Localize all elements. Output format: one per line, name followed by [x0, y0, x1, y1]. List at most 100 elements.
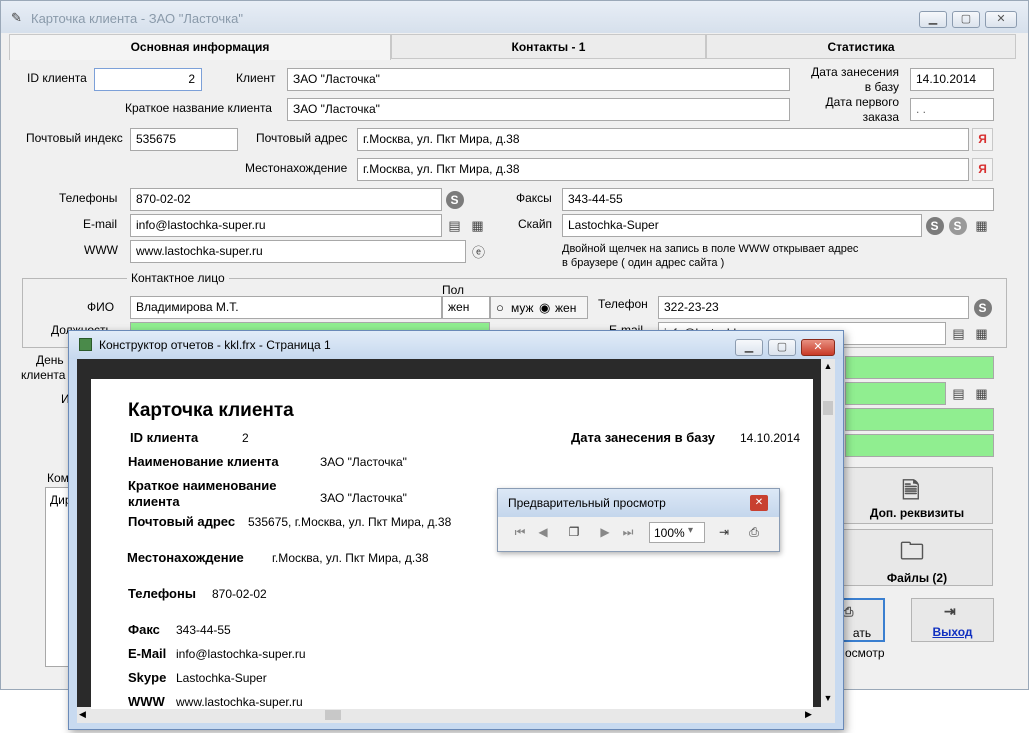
sex-field[interactable]: жен — [442, 296, 490, 319]
contact-mail-icon[interactable]: ▤ — [948, 323, 969, 344]
first-page-icon[interactable]: ⏮ — [510, 523, 530, 541]
contact-skype-icon[interactable]: S — [972, 297, 993, 318]
contact-group-label: Контактное лицо — [127, 271, 229, 285]
close-button[interactable]: ✕ — [985, 11, 1017, 28]
fio-field[interactable]: Владимирова М.Т. — [130, 296, 442, 319]
exit-label: Выход — [932, 625, 973, 639]
postal-index-field[interactable]: 535675 — [130, 128, 238, 151]
report-row-value: 2 — [242, 431, 249, 445]
grid-icon[interactable]: ▦ — [971, 215, 992, 236]
extra-mail-icon[interactable]: ▤ — [948, 383, 969, 404]
horizontal-scrollbar[interactable]: ◀ ▶ — [77, 707, 835, 723]
next-page-icon[interactable]: ▶ — [595, 523, 615, 541]
tab-main-info[interactable]: Основная информация — [9, 34, 391, 60]
skype-call-icon[interactable]: S — [444, 189, 465, 210]
report-row-label: ID клиента — [130, 430, 199, 445]
exit-icon: ⇥ — [944, 603, 956, 619]
extra-details-label: Доп. реквизиты — [869, 506, 965, 520]
skype-field[interactable]: Lastochka-Super — [562, 214, 922, 237]
tab-contacts[interactable]: Контакты - 1 — [391, 34, 706, 59]
extra-green-field-1[interactable] — [845, 356, 994, 379]
yandex-map-button-2[interactable]: Я — [972, 158, 993, 181]
first-order-label-1: Дата первого — [825, 95, 899, 109]
horizontal-scroll-thumb[interactable] — [325, 710, 341, 720]
female-radio-label: жен — [555, 301, 577, 315]
maximize-button[interactable]: ▢ — [952, 11, 980, 28]
report-row-value: 870-02-02 — [212, 587, 267, 601]
files-button[interactable]: 🗀 Файлы (2) — [841, 529, 993, 586]
short-name-label: Краткое название клиента — [125, 101, 272, 115]
extra-grid-icon[interactable]: ▦ — [971, 383, 992, 404]
print-label: ать — [852, 626, 872, 640]
prev-page-icon[interactable]: ◀ — [533, 523, 553, 541]
main-title-bar: ✎ Карточка клиента - ЗАО "Ласточка" ▁ ▢ … — [1, 1, 1028, 33]
phones-field[interactable]: 870-02-02 — [130, 188, 442, 211]
female-radio[interactable]: ◉ — [539, 300, 550, 316]
exit-preview-icon[interactable]: ⇥ — [714, 523, 734, 541]
sex-label: Пол — [442, 283, 465, 297]
preview-close-button[interactable]: ✕ — [750, 495, 768, 511]
skype-icon[interactable]: S — [924, 215, 945, 236]
contact-grid-icon[interactable]: ▦ — [971, 323, 992, 344]
extra-green-field-4[interactable] — [845, 434, 994, 457]
client-field[interactable]: ЗАО "Ласточка" — [287, 68, 790, 91]
mail-client-icon[interactable]: ▤ — [444, 215, 465, 236]
files-label: Файлы (2) — [886, 571, 948, 585]
scroll-left-arrow-icon[interactable]: ◀ — [79, 709, 86, 720]
postal-address-field[interactable]: г.Москва, ул. Пкт Мира, д.38 — [357, 128, 969, 151]
zoom-value: 100% — [654, 526, 685, 540]
address-book-icon[interactable]: ▦ — [467, 215, 488, 236]
last-page-icon[interactable]: ⏭ — [618, 523, 638, 541]
phones-label: Телефоны — [59, 191, 118, 205]
yandex-map-button[interactable]: Я — [972, 128, 993, 151]
male-radio[interactable]: ○ — [496, 300, 504, 315]
report-window-title: Конструктор отчетов - kkl.frx - Страница… — [99, 338, 331, 352]
vertical-scroll-thumb[interactable] — [823, 401, 833, 415]
extra-green-field-2[interactable] — [845, 382, 946, 405]
birthday-label-2: клиента — [21, 368, 66, 382]
fax-label: Факсы — [516, 191, 552, 205]
location-label: Местонахождение — [245, 161, 348, 175]
report-row-value: ЗАО "Ласточка" — [320, 491, 407, 505]
report-maximize-button[interactable]: ▢ — [768, 339, 796, 356]
report-row-value: ЗАО "Ласточка" — [320, 455, 407, 469]
scroll-right-arrow-icon[interactable]: ▶ — [805, 709, 812, 720]
print-button[interactable]: ⎙ ать — [839, 598, 885, 642]
date-added-field[interactable]: 14.10.2014 — [910, 68, 994, 91]
extra-details-button[interactable]: 🗎 Доп. реквизиты — [841, 467, 993, 524]
contact-phone-field[interactable]: 322-23-23 — [658, 296, 969, 319]
www-hint-1: Двойной щелчек на запись в поле WWW откр… — [562, 243, 859, 255]
minimize-button[interactable]: ▁ — [919, 11, 947, 28]
comment-label: Ком — [47, 471, 69, 485]
pages-icon[interactable]: ❐ — [564, 523, 584, 541]
fax-field[interactable]: 343-44-55 — [562, 188, 994, 211]
id-field[interactable]: 2 — [94, 68, 202, 91]
report-row-value: 535675, г.Москва, ул. Пкт Мира, д.38 — [248, 515, 452, 529]
exit-button[interactable]: ⇥ Выход — [911, 598, 994, 642]
scroll-down-arrow-icon[interactable]: ▼ — [821, 693, 835, 703]
print-icon[interactable]: ⎙ — [744, 523, 764, 541]
short-name-field[interactable]: ЗАО "Ласточка" — [287, 98, 790, 121]
preview-label[interactable]: осмотр — [845, 646, 885, 660]
vertical-scrollbar[interactable]: ▲ ▼ — [821, 359, 835, 707]
zoom-select[interactable]: 100% ▾ — [649, 522, 705, 543]
browser-icon[interactable]: ⓔ — [468, 241, 489, 262]
skype-chat-icon[interactable]: S — [947, 215, 968, 236]
report-minimize-button[interactable]: ▁ — [735, 339, 763, 356]
report-row-label: Наименование клиента — [128, 454, 279, 469]
email-field[interactable]: info@lastochka-super.ru — [130, 214, 442, 237]
report-row-label: Местонахождение — [127, 550, 244, 565]
preview-title-bar: Предварительный просмотр ✕ — [498, 489, 779, 517]
location-field[interactable]: г.Москва, ул. Пкт Мира, д.38 — [357, 158, 969, 181]
scroll-up-arrow-icon[interactable]: ▲ — [821, 361, 835, 371]
first-order-field[interactable]: . . — [910, 98, 994, 121]
male-radio-label: муж — [511, 301, 534, 315]
chevron-down-icon[interactable]: ▾ — [688, 525, 693, 536]
first-order-label-2: заказа — [862, 110, 899, 124]
email-label: E-mail — [83, 217, 118, 231]
extra-green-field-3[interactable] — [845, 408, 994, 431]
report-close-button[interactable]: ✕ — [801, 339, 835, 356]
birthday-label-1: День — [36, 353, 64, 367]
www-field[interactable]: www.lastochka-super.ru — [130, 240, 466, 263]
tab-statistics[interactable]: Статистика — [706, 34, 1016, 59]
